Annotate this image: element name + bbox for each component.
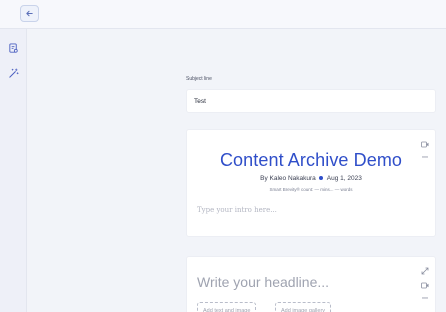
publish-date: Aug 1, 2023 bbox=[326, 175, 362, 182]
sidebar bbox=[0, 29, 27, 312]
top-bar bbox=[0, 0, 446, 29]
document-header-card[interactable]: Content Archive Demo By Kaleo Nakakura Au… bbox=[186, 129, 436, 237]
back-button[interactable] bbox=[20, 5, 39, 22]
subject-line-label: Subject line bbox=[186, 76, 212, 82]
video-icon[interactable] bbox=[421, 281, 429, 289]
headline-input[interactable]: Write your headline... bbox=[197, 274, 329, 290]
subject-line-input[interactable]: Test bbox=[186, 89, 436, 113]
byline: By Kaleo Nakakura Aug 1, 2023 bbox=[187, 175, 435, 182]
section-card[interactable]: Write your headline... Add text and imag… bbox=[186, 256, 436, 312]
expand-icon[interactable] bbox=[421, 267, 429, 275]
magic-wand-icon[interactable] bbox=[7, 67, 20, 80]
add-text-image-button[interactable]: Add text and image bbox=[197, 302, 257, 312]
byline-separator-dot bbox=[318, 176, 323, 181]
add-image-gallery-button[interactable]: Add image gallery bbox=[275, 302, 332, 312]
intro-input[interactable]: Type your intro here... bbox=[197, 206, 277, 214]
document-search-icon[interactable] bbox=[7, 42, 20, 55]
smart-brevity-count: Smart Brevity® count: — mins... — words bbox=[269, 187, 353, 192]
more-vertical-icon[interactable] bbox=[421, 294, 429, 302]
video-icon[interactable] bbox=[421, 140, 429, 148]
arrow-left-icon bbox=[25, 5, 34, 23]
author-name: By Kaleo Nakakura bbox=[260, 175, 316, 182]
document-title[interactable]: Content Archive Demo bbox=[187, 150, 435, 171]
